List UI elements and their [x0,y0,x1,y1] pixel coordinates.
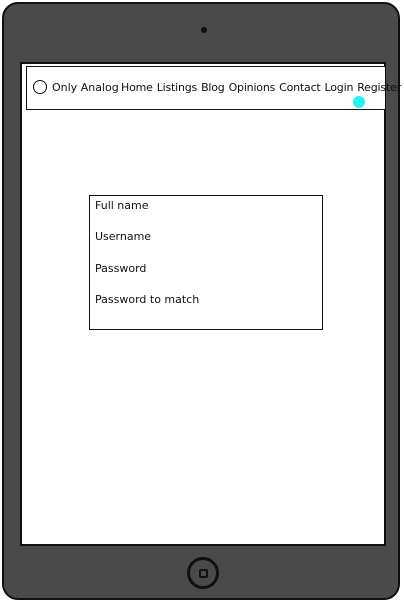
nav-link-home[interactable]: Home [121,81,153,94]
nav-link-listings[interactable]: Listings [157,81,198,94]
nav-link-register[interactable]: Register [357,81,401,94]
nav-links: Home Listings Blog Opinions Contact Logi… [121,81,401,94]
nav-link-blog[interactable]: Blog [201,81,225,94]
tablet-screen: Only Analog Home Listings Blog Opinions … [20,62,401,546]
home-button-inner-square [199,569,208,578]
nav-link-login[interactable]: Login [325,81,354,94]
camera-icon [201,27,207,33]
cursor-highlight-dot [353,96,365,108]
circle-logo-icon[interactable] [33,80,47,94]
password-field[interactable]: Password [95,262,146,275]
password-confirm-field[interactable]: Password to match [95,293,199,306]
tablet-device-frame: Only Analog Home Listings Blog Opinions … [2,2,401,600]
full-name-field[interactable]: Full name [95,199,149,212]
nav-link-contact[interactable]: Contact [279,81,321,94]
nav-link-opinions[interactable]: Opinions [229,81,276,94]
top-navbar: Only Analog Home Listings Blog Opinions … [26,66,401,110]
username-field[interactable]: Username [95,230,151,243]
brand-name[interactable]: Only Analog [52,81,119,94]
home-button-icon[interactable] [187,557,219,589]
registration-form: Full name Username Password Password to … [89,195,323,330]
